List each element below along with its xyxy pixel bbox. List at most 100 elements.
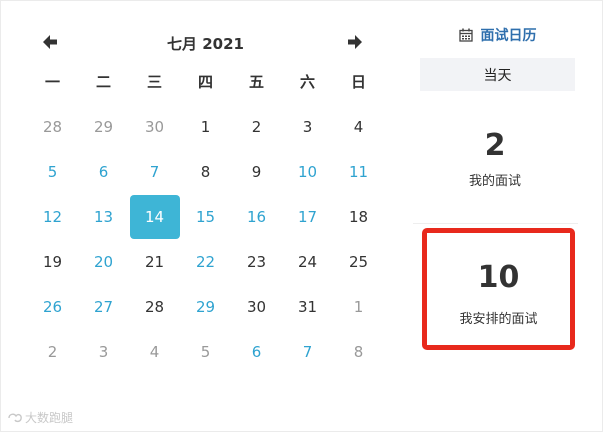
my-interviews-label: 我的面试 [468,174,521,189]
my-interviews-count: 2 [484,128,506,163]
day-cell[interactable]: 24 [282,239,333,284]
day-cell[interactable]: 25 [333,239,384,284]
my-interviews-stat[interactable]: 2 我的面试 [410,128,580,189]
weekday-header: 四 [197,73,213,91]
day-cell[interactable]: 26 [27,284,78,329]
day-number: 31 [297,297,318,316]
day-number: 9 [251,162,262,181]
weekday-header: 三 [146,73,162,91]
day-number: 25 [348,252,369,271]
day-number: 17 [297,207,318,226]
day-number: 11 [348,162,369,181]
day-cell[interactable]: 10 [282,149,333,194]
day-cell[interactable]: 1 [333,284,384,329]
day-cell[interactable]: 29 [180,284,231,329]
day-cell[interactable]: 4 [129,329,180,374]
next-month-button[interactable] [345,32,369,52]
day-number: 29 [93,117,114,136]
day-cell[interactable]: 11 [333,149,384,194]
weekday-header: 一 [44,73,60,91]
day-cell[interactable]: 6 [231,329,282,374]
day-number: 28 [144,297,165,316]
day-cell[interactable]: 16 [231,194,282,239]
day-cell[interactable]: 2 [231,104,282,149]
arrow-right-icon [348,35,362,49]
weekday-header: 六 [299,73,315,91]
day-cell[interactable]: 17 [282,194,333,239]
day-number: 5 [200,342,211,361]
day-cell[interactable]: 6 [78,149,129,194]
day-cell[interactable]: 30 [231,284,282,329]
day-number: 6 [98,162,109,181]
day-cell[interactable]: 7 [129,149,180,194]
day-number: 30 [246,297,267,316]
day-number: 3 [302,117,313,136]
day-cell[interactable]: 15 [180,194,231,239]
day-number: 15 [195,207,216,226]
watermark-logo-icon [8,413,22,422]
day-number: 8 [353,342,364,361]
day-cell[interactable]: 4 [333,104,384,149]
day-cell[interactable]: 31 [282,284,333,329]
day-number: 1 [200,117,211,136]
day-number: 26 [42,297,63,316]
day-cell[interactable]: 7 [282,329,333,374]
day-cell[interactable]: 18 [333,194,384,239]
day-number: 28 [42,117,63,136]
day-number: 30 [144,117,165,136]
calendar-grid: 一二三四五六日 28 29 30 1 2 3 4 5 6 7 8 9 10 11 12 13 14 15 16 17 18… [27,59,384,374]
today-button[interactable]: 当天 [420,58,575,91]
weekday-header: 二 [95,73,111,91]
day-cell[interactable]: 8 [333,329,384,374]
day-number: 5 [47,162,58,181]
day-cell[interactable]: 22 [180,239,231,284]
day-number: 3 [98,342,109,361]
day-number: 24 [297,252,318,271]
day-number: 21 [144,252,165,271]
day-cell[interactable]: 28 [27,104,78,149]
day-number: 22 [195,252,216,271]
day-cell[interactable]: 5 [180,329,231,374]
day-number: 13 [93,207,114,226]
day-cell[interactable]: 9 [231,149,282,194]
watermark-text: 大数跑腿 [25,411,74,425]
day-number: 19 [42,252,63,271]
day-cell[interactable]: 3 [282,104,333,149]
calendar-icon [458,28,473,42]
day-number: 29 [195,297,216,316]
interview-calendar-title: 面试日历 [480,28,537,44]
day-cell-today[interactable]: 14 [129,194,180,239]
day-cell[interactable]: 23 [231,239,282,284]
day-cell[interactable]: 1 [180,104,231,149]
watermark: 大数跑腿 [7,409,73,426]
day-cell[interactable]: 13 [78,194,129,239]
day-cell[interactable]: 2 [27,329,78,374]
day-cell[interactable]: 19 [27,239,78,284]
day-cell[interactable]: 30 [129,104,180,149]
month-title: 七月 2021 [167,35,244,53]
day-number: 7 [302,342,313,361]
day-cell[interactable]: 20 [78,239,129,284]
day-number: 27 [93,297,114,316]
day-cell[interactable]: 28 [129,284,180,329]
day-number: 8 [200,162,211,181]
day-cell[interactable]: 29 [78,104,129,149]
day-cell[interactable]: 27 [78,284,129,329]
day-cell[interactable]: 3 [78,329,129,374]
day-cell[interactable]: 5 [27,149,78,194]
day-cell[interactable]: 21 [129,239,180,284]
day-cell[interactable]: 12 [27,194,78,239]
arranged-interviews-count: 10 [477,260,520,295]
day-cell[interactable]: 8 [180,149,231,194]
calendar: 七月 2021 一二三四五六日 28 29 30 1 2 3 4 5 6 7 8 9 10 11 12 13 14… [27,25,384,374]
weekday-header: 日 [350,73,366,91]
day-number: 20 [93,252,114,271]
arranged-interviews-label: 我安排的面试 [459,312,538,327]
divider [413,223,578,224]
calendar-header: 七月 2021 [27,25,384,59]
interview-panel: 面试日历 当天 2 我的面试 10 我安排的面试 [410,18,585,350]
arranged-interviews-stat[interactable]: 10 我安排的面试 [422,228,575,350]
day-number: 1 [353,297,364,316]
day-number: 7 [149,162,160,181]
interview-calendar-link[interactable]: 面试日历 [410,18,585,52]
